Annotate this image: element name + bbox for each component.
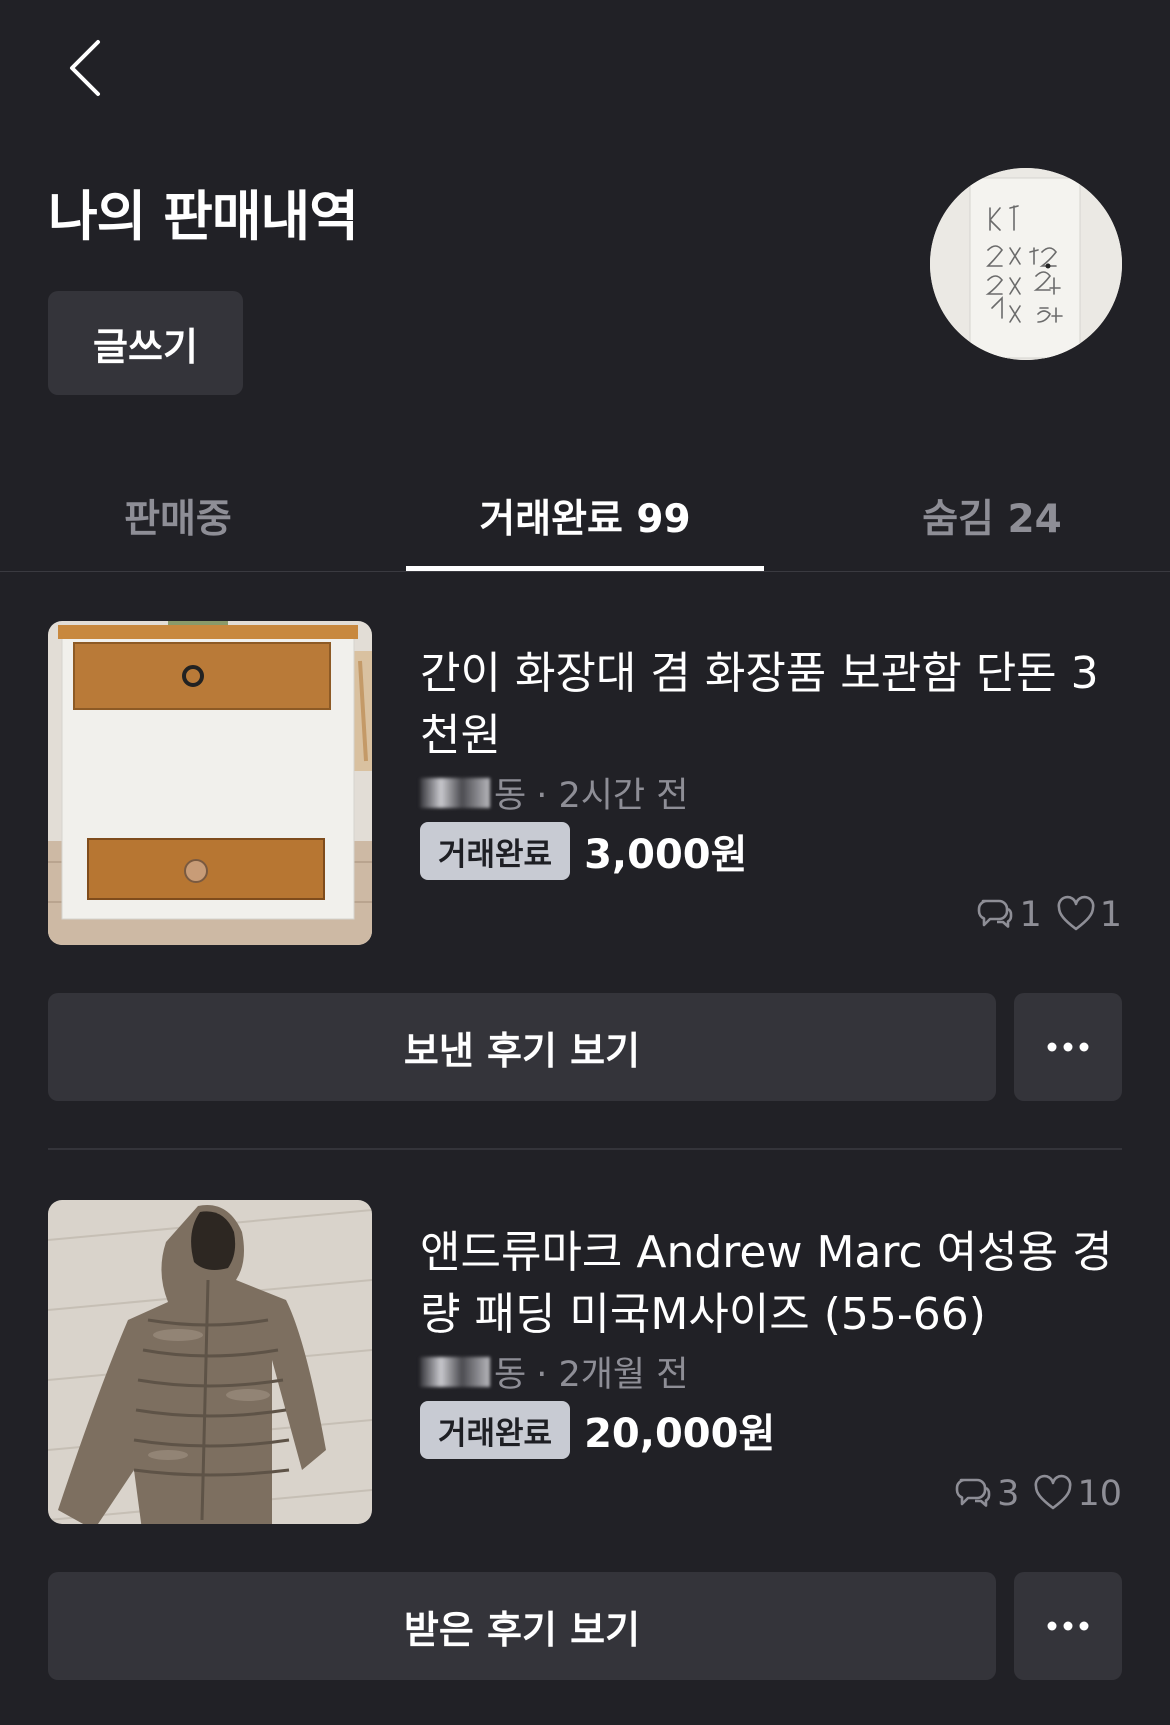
more-button[interactable] (1014, 993, 1122, 1101)
more-dots-icon (1047, 1042, 1089, 1052)
page-title: 나의 판매내역 (48, 185, 359, 248)
item-status: 거래완료 20,000원 (420, 1401, 775, 1459)
review-button[interactable]: 보낸 후기 보기 (48, 993, 996, 1101)
item-status: 거래완료 3,000원 (420, 822, 747, 880)
status-badge: 거래완료 (420, 1401, 571, 1459)
item-price: 20,000원 (584, 1411, 776, 1457)
item-time: · 2시간 전 (536, 776, 689, 816)
cabinet-image (48, 621, 372, 945)
heart-icon (1034, 1474, 1072, 1510)
chat-bubble-icon (955, 1478, 991, 1507)
blurred-location (420, 777, 490, 808)
back-button[interactable] (60, 36, 110, 100)
location-suffix: 동 (494, 1355, 527, 1395)
avatar[interactable] (930, 168, 1122, 360)
jacket-image (48, 1200, 372, 1524)
list-item: 간이 화장대 겸 화장품 보관함 단돈 3천원 동 · 2시간 전 거래완료 3… (48, 621, 1122, 1101)
list-item: 앤드류마크 Andrew Marc 여성용 경량 패딩 미국M사이즈 (55-6… (48, 1200, 1122, 1680)
avatar-image (930, 168, 1122, 360)
item-meta: 동 · 2개월 전 (420, 1346, 688, 1397)
blurred-location (420, 1356, 490, 1387)
item-meta: 동 · 2시간 전 (420, 767, 688, 818)
comment-count: 3 (953, 1474, 1019, 1514)
like-count: 1 (1056, 895, 1122, 935)
item-counts: 1 1 (961, 895, 1122, 935)
item-title[interactable]: 앤드류마크 Andrew Marc 여성용 경량 패딩 미국M사이즈 (55-6… (420, 1222, 1120, 1346)
more-button[interactable] (1014, 1572, 1122, 1680)
location-suffix: 동 (494, 776, 527, 816)
tab-completed[interactable]: 거래완료 99 (406, 460, 764, 572)
more-dots-icon (1047, 1621, 1089, 1631)
chat-bubble-icon (978, 899, 1013, 928)
tab-selling[interactable]: 판매중 (0, 460, 356, 572)
item-time: · 2개월 전 (536, 1355, 689, 1395)
tab-underline (406, 566, 764, 571)
heart-icon (1057, 895, 1095, 931)
write-button[interactable]: 글쓰기 (48, 291, 243, 395)
item-title[interactable]: 간이 화장대 겸 화장품 보관함 단돈 3천원 (420, 643, 1120, 767)
tab-bar: 판매중 거래완료 99 숨김 24 (0, 460, 1170, 572)
review-button[interactable]: 받은 후기 보기 (48, 1572, 996, 1680)
status-badge: 거래완료 (420, 822, 571, 880)
chevron-left-icon (70, 40, 100, 96)
item-price: 3,000원 (584, 832, 748, 878)
tab-hidden[interactable]: 숨김 24 (814, 460, 1170, 572)
item-divider (48, 1148, 1122, 1150)
item-thumbnail[interactable] (48, 621, 372, 945)
like-count: 10 (1033, 1474, 1122, 1514)
item-thumbnail[interactable] (48, 1200, 372, 1524)
comment-count: 1 (975, 895, 1042, 935)
item-counts: 3 10 (939, 1474, 1122, 1514)
